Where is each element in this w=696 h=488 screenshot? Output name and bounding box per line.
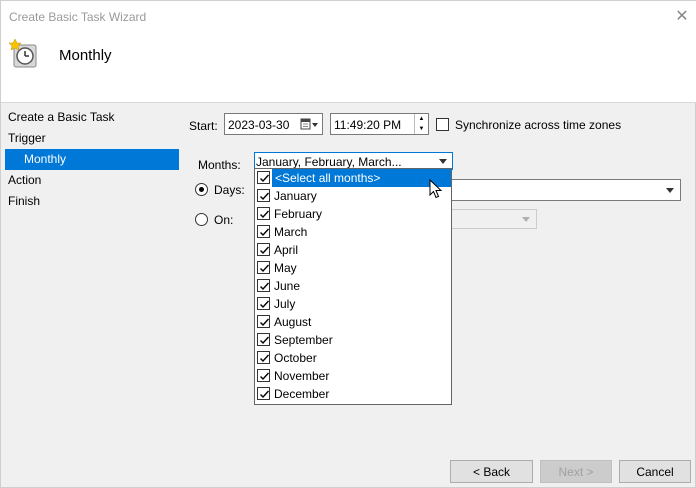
month-option-label: February xyxy=(274,207,323,221)
days-label: Days: xyxy=(214,183,245,197)
checkmark-icon xyxy=(260,282,270,291)
page-title: Monthly xyxy=(59,47,112,64)
month-option-label: June xyxy=(274,279,301,293)
checkmark-icon xyxy=(260,264,270,273)
calendar-dropdown-button[interactable] xyxy=(300,116,320,132)
close-icon: ✕ xyxy=(675,8,689,25)
nav-step-monthly: Monthly xyxy=(5,149,179,170)
month-option-label: March xyxy=(274,225,308,239)
checked-checkbox[interactable] xyxy=(257,189,270,202)
checkmark-icon xyxy=(260,390,270,399)
checked-checkbox[interactable] xyxy=(257,333,270,346)
clock-icon xyxy=(9,38,37,68)
month-option-december[interactable]: December xyxy=(255,385,451,403)
back-button[interactable]: < Back xyxy=(450,460,533,483)
on-label: On: xyxy=(214,213,234,227)
checkmark-icon xyxy=(260,228,270,237)
cancel-button[interactable]: Cancel xyxy=(619,460,691,483)
checkmark-icon xyxy=(260,300,270,309)
month-option-label: April xyxy=(274,243,299,257)
month-option-label: October xyxy=(274,351,317,365)
title-bar: Create Basic Task Wizard ✕ xyxy=(1,1,696,33)
checkmark-icon xyxy=(260,318,270,327)
month-option-select-all[interactable]: <Select all months> xyxy=(255,169,451,187)
start-label: Start: xyxy=(189,119,218,133)
wizard-header: Monthly xyxy=(1,33,696,103)
checkmark-icon xyxy=(260,354,270,363)
chevron-down-icon xyxy=(439,159,447,164)
month-option-november[interactable]: November xyxy=(255,367,451,385)
on-radio[interactable] xyxy=(195,213,208,226)
checked-checkbox[interactable] xyxy=(257,369,270,382)
close-button[interactable]: ✕ xyxy=(667,1,696,31)
checked-checkbox[interactable] xyxy=(257,297,270,310)
start-date-value: 2023-03-30 xyxy=(228,118,290,132)
month-option-july[interactable]: July xyxy=(255,295,451,313)
spin-down-icon[interactable]: ▼ xyxy=(415,124,428,134)
checked-checkbox[interactable] xyxy=(257,351,270,364)
month-option-february[interactable]: February xyxy=(255,205,451,223)
checkmark-icon xyxy=(260,192,270,201)
nav-step-create-basic-task: Create a Basic Task xyxy=(8,110,115,124)
nav-step-finish: Finish xyxy=(8,194,41,208)
start-time-picker[interactable]: 11:49:20 PM ▲ ▼ xyxy=(330,113,429,135)
chevron-down-icon xyxy=(666,188,674,193)
month-option-june[interactable]: June xyxy=(255,277,451,295)
months-value: January, February, March... xyxy=(256,155,402,169)
start-time-value: 11:49:20 PM xyxy=(334,118,402,132)
next-button[interactable]: Next > xyxy=(540,460,612,483)
checkmark-icon xyxy=(260,372,270,381)
checked-checkbox[interactable] xyxy=(257,225,270,238)
month-option-label: May xyxy=(274,261,297,275)
month-option-label: <Select all months> xyxy=(275,171,381,185)
synchronize-checkbox[interactable] xyxy=(436,118,449,131)
month-option-april[interactable]: April xyxy=(255,241,451,259)
months-dropdown-list: <Select all months> January February Mar… xyxy=(254,168,452,405)
start-date-picker[interactable]: 2023-03-30 xyxy=(224,113,323,135)
on-weekday-combobox xyxy=(449,209,537,229)
time-spinner[interactable]: ▲ ▼ xyxy=(414,114,428,134)
checkmark-icon xyxy=(260,174,270,183)
checked-checkbox[interactable] xyxy=(257,279,270,292)
month-option-september[interactable]: September xyxy=(255,331,451,349)
month-option-august[interactable]: August xyxy=(255,313,451,331)
month-option-october[interactable]: October xyxy=(255,349,451,367)
month-option-label: January xyxy=(274,189,317,203)
mouse-cursor-icon xyxy=(429,179,443,199)
checked-checkbox[interactable] xyxy=(257,387,270,400)
checked-checkbox[interactable] xyxy=(257,315,270,328)
wizard-steps-nav: Create a Basic Task Trigger Monthly Acti… xyxy=(1,107,183,212)
nav-step-trigger: Trigger xyxy=(8,131,46,145)
month-option-march[interactable]: March xyxy=(255,223,451,241)
checkmark-icon xyxy=(260,210,270,219)
checked-checkbox[interactable] xyxy=(257,207,270,220)
days-radio[interactable] xyxy=(195,183,208,196)
month-option-label: July xyxy=(274,297,296,311)
month-option-may[interactable]: May xyxy=(255,259,451,277)
chevron-down-icon xyxy=(522,217,530,222)
checked-checkbox[interactable] xyxy=(257,171,270,184)
month-option-january[interactable]: January xyxy=(255,187,451,205)
window-title: Create Basic Task Wizard xyxy=(9,10,147,24)
spin-up-icon[interactable]: ▲ xyxy=(415,114,428,124)
month-option-label: December xyxy=(274,387,330,401)
month-option-label: November xyxy=(274,369,330,383)
checked-checkbox[interactable] xyxy=(257,243,270,256)
checked-checkbox[interactable] xyxy=(257,261,270,274)
calendar-icon xyxy=(300,118,318,130)
synchronize-label: Synchronize across time zones xyxy=(455,118,622,132)
month-option-label: September xyxy=(274,333,333,347)
nav-step-action: Action xyxy=(8,173,42,187)
month-option-label: August xyxy=(274,315,312,329)
checkmark-icon xyxy=(260,336,270,345)
checkmark-icon xyxy=(260,246,270,255)
wizard-window: Create Basic Task Wizard ✕ Monthly Creat… xyxy=(0,0,696,488)
months-label: Months: xyxy=(198,158,241,172)
